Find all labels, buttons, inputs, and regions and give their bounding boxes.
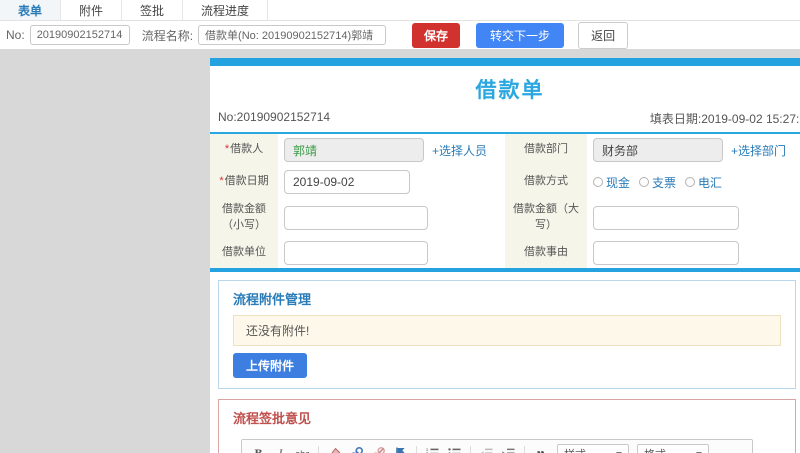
- format-dropdown[interactable]: 格式: [637, 443, 709, 453]
- loan-unit-input[interactable]: [284, 241, 428, 265]
- bottom-accent-bar: [210, 268, 800, 272]
- borrower-label: *借款人: [210, 134, 278, 166]
- amount-upper-label: 借款金额（大写）: [505, 198, 587, 238]
- remove-format-icon[interactable]: [326, 445, 343, 453]
- loan-date-label: *借款日期: [210, 166, 278, 198]
- select-department-link[interactable]: +选择部门: [731, 142, 786, 159]
- tab-form[interactable]: 表单: [0, 0, 62, 20]
- loan-method-radio-group: 现金 支票 电汇: [593, 174, 722, 191]
- tab-bar: 表单 附件 签批 流程进度: [0, 0, 800, 21]
- italic-icon[interactable]: I: [272, 445, 289, 453]
- tab-progress[interactable]: 流程进度: [183, 0, 269, 20]
- unlink-icon[interactable]: [370, 445, 387, 453]
- toolbar-separator: [524, 446, 525, 453]
- radio-icon: [685, 177, 696, 187]
- approval-panel: 流程签批意见 B I abc: [218, 399, 796, 453]
- loan-form-panel: 借款单 No:20190902152714 填表日期:2019-09-02 15…: [210, 58, 800, 453]
- loan-reason-input[interactable]: [593, 241, 739, 265]
- department-input[interactable]: [593, 138, 723, 162]
- unordered-list-icon[interactable]: [446, 445, 463, 453]
- radio-wire[interactable]: 电汇: [685, 174, 722, 191]
- amount-upper-input[interactable]: [593, 206, 739, 230]
- radio-icon: [593, 177, 603, 187]
- top-accent-bar: [210, 58, 800, 66]
- indent-icon[interactable]: [500, 445, 517, 453]
- loan-date-input[interactable]: [284, 170, 410, 194]
- form-meta-row: No:20190902152714 填表日期:2019-09-02 15:27:…: [210, 110, 800, 132]
- flag-icon[interactable]: [392, 445, 409, 453]
- form-no-text: No:20190902152714: [218, 110, 331, 124]
- form-title: 借款单: [475, 79, 545, 102]
- no-label: No:: [6, 28, 25, 42]
- back-button[interactable]: 返回: [578, 21, 629, 49]
- link-icon[interactable]: [348, 445, 365, 453]
- radio-check[interactable]: 支票: [639, 174, 676, 191]
- borrower-input[interactable]: [284, 138, 424, 162]
- flow-name-input[interactable]: [198, 25, 387, 45]
- approval-panel-title: 流程签批意见: [233, 411, 312, 426]
- radio-icon: [639, 177, 650, 187]
- select-person-link[interactable]: +选择人员: [432, 142, 487, 159]
- toolbar-separator: [318, 446, 319, 453]
- loan-unit-label: 借款单位: [210, 238, 278, 268]
- loan-method-label: 借款方式: [505, 166, 587, 198]
- forward-next-step-button[interactable]: 转交下一步: [476, 22, 565, 48]
- loan-reason-label: 借款事由: [505, 238, 587, 268]
- tab-attachment[interactable]: 附件: [61, 0, 123, 20]
- toolbar-separator: [470, 446, 471, 453]
- flow-name-label: 流程名称:: [141, 28, 194, 43]
- loan-form-grid: *借款人 +选择人员 借款部门 +选择部门 *借款日期 借款方式: [210, 134, 800, 268]
- ordered-list-icon[interactable]: 123: [424, 445, 441, 453]
- no-attachment-notice: 还没有附件!: [233, 315, 781, 346]
- outdent-icon[interactable]: [478, 445, 495, 453]
- style-dropdown[interactable]: 样式: [557, 443, 629, 453]
- attachment-panel: 流程附件管理 还没有附件! 上传附件: [218, 280, 796, 389]
- editor-toolbar: B I abc: [242, 440, 752, 453]
- bold-icon[interactable]: B: [250, 445, 267, 453]
- amount-lower-input[interactable]: [284, 206, 428, 230]
- form-date-text: 填表日期:2019-09-02 15:27:1: [649, 112, 800, 126]
- action-toolbar: No: 流程名称: 保存 转交下一步 返回: [0, 21, 800, 49]
- department-label: 借款部门: [505, 134, 587, 166]
- upload-attachment-button[interactable]: 上传附件: [233, 353, 308, 378]
- save-button[interactable]: 保存: [412, 22, 461, 48]
- tab-approval[interactable]: 签批: [122, 0, 184, 20]
- attachment-panel-title: 流程附件管理: [233, 292, 312, 307]
- toolbar-separator: [416, 446, 417, 453]
- strikethrough-icon[interactable]: abc: [294, 445, 311, 453]
- page-content: 借款单 No:20190902152714 填表日期:2019-09-02 15…: [0, 49, 800, 453]
- amount-lower-label: 借款金额（小写）: [210, 198, 278, 238]
- blockquote-icon[interactable]: ”: [532, 445, 549, 453]
- no-input[interactable]: [29, 25, 130, 45]
- rich-text-editor: B I abc: [241, 439, 753, 453]
- radio-cash[interactable]: 现金: [593, 174, 630, 191]
